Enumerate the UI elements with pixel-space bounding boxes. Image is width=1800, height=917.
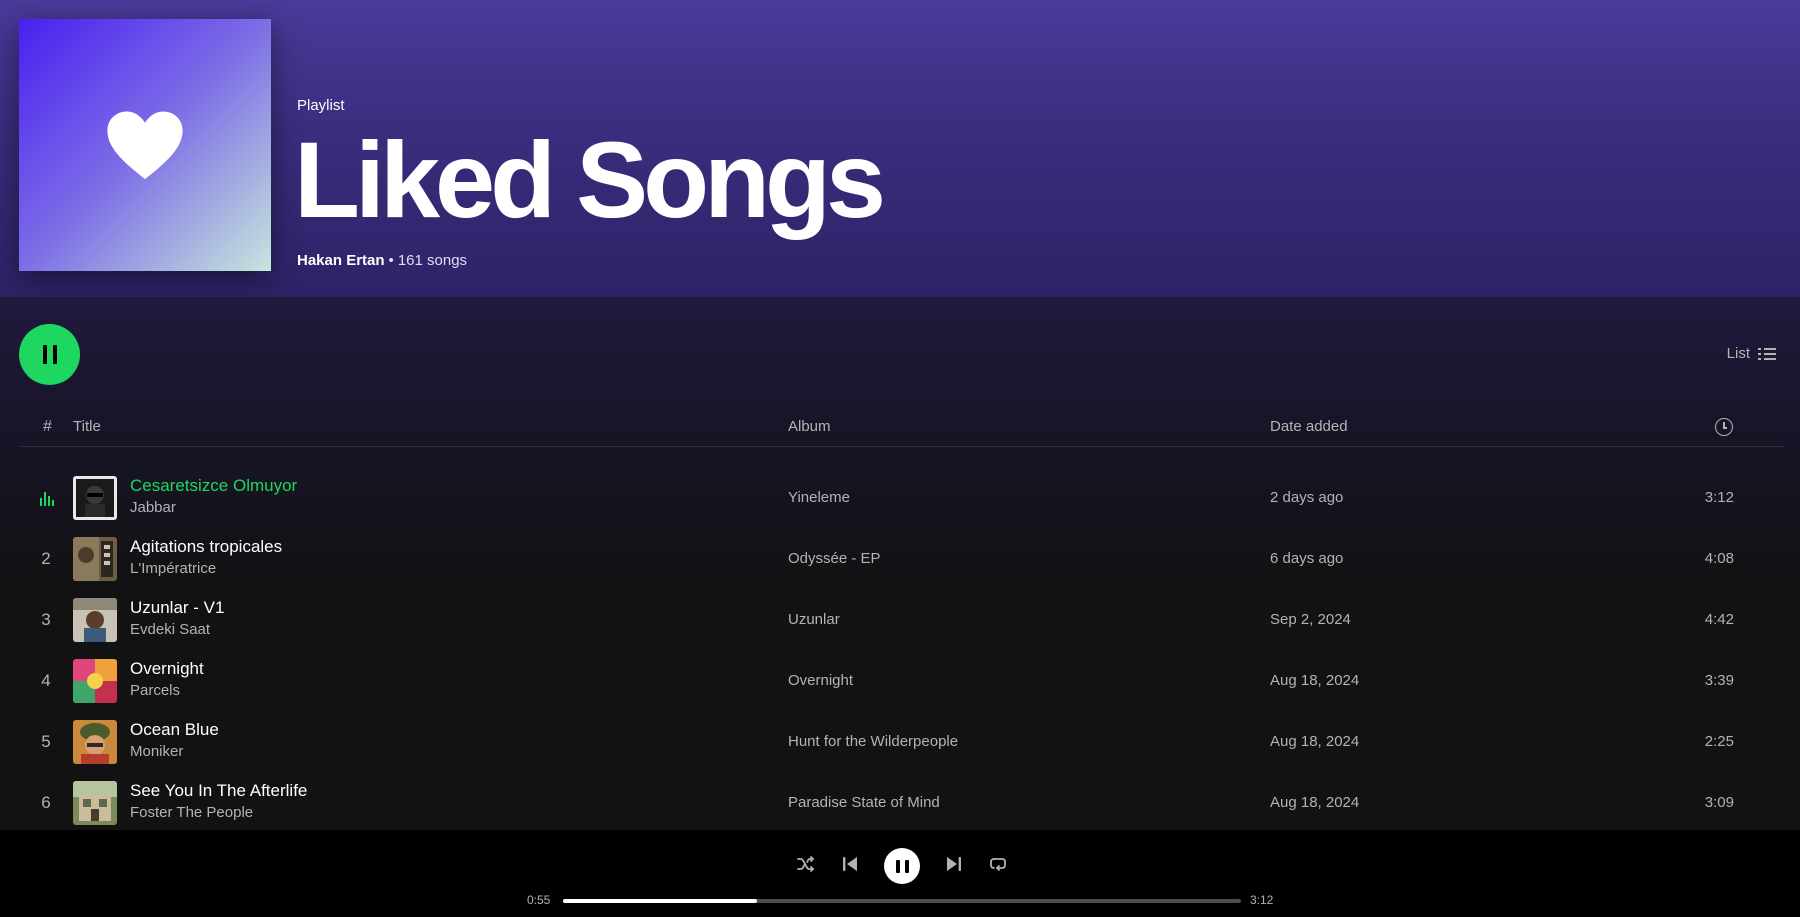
previous-icon bbox=[843, 857, 857, 871]
album-art bbox=[73, 659, 117, 703]
track-title[interactable]: Ocean Blue bbox=[130, 720, 219, 740]
track-album[interactable]: Yineleme bbox=[788, 489, 850, 506]
track-duration: 3:09 bbox=[1704, 794, 1734, 811]
track-title[interactable]: Cesaretsizce Olmuyor bbox=[130, 476, 297, 496]
playback-bar: 0:55 3:12 bbox=[0, 830, 1800, 917]
track-album[interactable]: Uzunlar bbox=[788, 611, 840, 628]
track-duration: 4:08 bbox=[1704, 550, 1734, 567]
meta-separator: • bbox=[388, 252, 394, 269]
track-number: 4 bbox=[41, 671, 51, 690]
album-art bbox=[73, 720, 117, 764]
track-row[interactable]: 5 Ocean Blue Moniker Hunt for the Wilder… bbox=[20, 712, 1784, 773]
playlist-cover bbox=[19, 19, 271, 271]
view-mode-label: List bbox=[1726, 345, 1750, 362]
tracklist-section: List # Title Album Date added Cesaretsiz… bbox=[0, 297, 1800, 830]
track-album[interactable]: Overnight bbox=[788, 672, 853, 689]
track-date-added: Aug 18, 2024 bbox=[1270, 733, 1360, 750]
pause-button[interactable] bbox=[19, 324, 80, 385]
track-artist[interactable]: Foster The People bbox=[130, 804, 253, 821]
track-number: 2 bbox=[41, 549, 51, 568]
elapsed-time: 0:55 bbox=[527, 893, 551, 907]
track-artist[interactable]: Moniker bbox=[130, 743, 183, 760]
column-date-added[interactable]: Date added bbox=[1270, 418, 1348, 435]
column-album[interactable]: Album bbox=[788, 418, 831, 435]
track-duration: 2:25 bbox=[1704, 733, 1734, 750]
repeat-icon bbox=[990, 858, 1006, 871]
track-album[interactable]: Paradise State of Mind bbox=[788, 794, 940, 811]
play-pause-button[interactable] bbox=[884, 848, 920, 884]
column-number: # bbox=[43, 418, 52, 435]
total-time: 3:12 bbox=[1250, 893, 1274, 907]
track-rows: Cesaretsizce Olmuyor Jabbar Yineleme 2 d… bbox=[20, 468, 1784, 834]
next-icon bbox=[947, 857, 961, 871]
previous-button[interactable] bbox=[838, 852, 862, 876]
tracklist-header: # Title Album Date added bbox=[20, 405, 1784, 447]
list-view-icon bbox=[1758, 347, 1776, 361]
track-title[interactable]: Uzunlar - V1 bbox=[130, 598, 224, 618]
track-album[interactable]: Odyssée - EP bbox=[788, 550, 881, 567]
equalizer-icon bbox=[40, 492, 54, 506]
track-artist[interactable]: Evdeki Saat bbox=[130, 621, 210, 638]
track-row[interactable]: 6 See You In The Afterlife Foster The Pe… bbox=[20, 773, 1784, 834]
track-duration: 3:39 bbox=[1704, 672, 1734, 689]
track-row[interactable]: 3 Uzunlar - V1 Evdeki Saat Uzunlar Sep 2… bbox=[20, 590, 1784, 651]
progress-bar[interactable] bbox=[563, 899, 1241, 903]
track-number: 6 bbox=[41, 793, 51, 812]
album-art bbox=[73, 781, 117, 825]
heart-icon bbox=[107, 111, 183, 180]
progress-fill bbox=[563, 899, 757, 903]
track-row[interactable]: 2 Agitations tropicales L'Impératrice Od… bbox=[20, 529, 1784, 590]
pause-icon bbox=[42, 345, 47, 364]
track-date-added: Aug 18, 2024 bbox=[1270, 672, 1360, 689]
track-title[interactable]: See You In The Afterlife bbox=[130, 781, 307, 801]
album-art bbox=[73, 476, 117, 520]
next-button[interactable] bbox=[942, 852, 966, 876]
clock-icon[interactable] bbox=[1715, 418, 1733, 436]
page-title: Liked Songs bbox=[294, 119, 886, 240]
view-mode-toggle[interactable]: List bbox=[1727, 345, 1776, 362]
track-number: 3 bbox=[41, 610, 51, 629]
track-row[interactable]: 4 Overnight Parcels Overnight Aug 18, 20… bbox=[20, 651, 1784, 712]
playlist-owner[interactable]: Hakan Ertan bbox=[297, 252, 385, 269]
column-title[interactable]: Title bbox=[73, 418, 101, 435]
playlist-type-label: Playlist bbox=[297, 97, 345, 114]
track-date-added: 6 days ago bbox=[1270, 550, 1344, 567]
track-album[interactable]: Hunt for the Wilderpeople bbox=[788, 733, 958, 750]
shuffle-icon bbox=[797, 856, 814, 872]
track-date-added: Aug 18, 2024 bbox=[1270, 794, 1360, 811]
track-date-added: Sep 2, 2024 bbox=[1270, 611, 1351, 628]
track-title[interactable]: Overnight bbox=[130, 659, 204, 679]
track-number: 5 bbox=[41, 732, 51, 751]
album-art bbox=[73, 598, 117, 642]
pause-icon bbox=[895, 859, 900, 873]
repeat-button[interactable] bbox=[986, 852, 1010, 876]
track-date-added: 2 days ago bbox=[1270, 489, 1344, 506]
track-artist[interactable]: L'Impératrice bbox=[130, 560, 216, 577]
album-art bbox=[73, 537, 117, 581]
song-count: 161 songs bbox=[397, 252, 468, 269]
shuffle-button[interactable] bbox=[794, 852, 818, 876]
track-row[interactable]: Cesaretsizce Olmuyor Jabbar Yineleme 2 d… bbox=[20, 468, 1784, 529]
track-duration: 4:42 bbox=[1704, 611, 1734, 628]
track-artist[interactable]: Parcels bbox=[130, 682, 180, 699]
playlist-header: Playlist Liked Songs Hakan Ertan • 161 son… bbox=[0, 0, 1800, 297]
track-duration: 3:12 bbox=[1704, 489, 1734, 506]
playlist-meta: Hakan Ertan • 161 songs bbox=[297, 252, 467, 269]
track-title[interactable]: Agitations tropicales bbox=[130, 537, 282, 557]
track-artist[interactable]: Jabbar bbox=[130, 499, 176, 516]
